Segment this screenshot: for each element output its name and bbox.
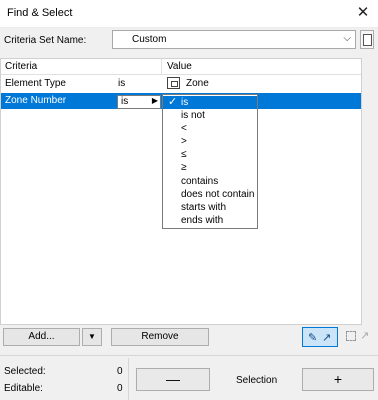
footer-divider xyxy=(0,355,378,356)
dropdown-option[interactable]: ≤ xyxy=(163,148,257,161)
criteria-set-select[interactable]: Custom ⌵ xyxy=(112,30,356,49)
add-dropdown-button[interactable]: ▼ xyxy=(82,328,102,346)
zone-icon xyxy=(167,77,180,89)
chevron-down-icon: ⌵ xyxy=(343,33,351,44)
dropdown-option-is[interactable]: ✓ is xyxy=(163,96,257,109)
title-bar: Find & Select ✕ xyxy=(0,0,378,27)
dropdown-option[interactable]: starts with xyxy=(163,201,257,214)
dropdown-option[interactable]: ends with xyxy=(163,214,257,227)
operator-select[interactable]: is ▶ xyxy=(117,95,161,109)
criteria-set-label: Criteria Set Name: xyxy=(4,35,87,46)
column-divider xyxy=(161,59,162,75)
pick-element-button[interactable]: ✎ ↗ xyxy=(302,327,338,347)
check-icon: ✓ xyxy=(168,96,178,108)
editable-label: Editable: xyxy=(4,383,43,394)
selected-label: Selected: xyxy=(4,366,46,377)
selected-count: 0 xyxy=(117,366,123,377)
dropdown-option[interactable]: is not xyxy=(163,109,257,122)
row-operator[interactable]: is xyxy=(118,78,125,89)
operator-dropdown[interactable]: ✓ is is not < > ≤ ≥ contains does not co… xyxy=(162,94,258,229)
footer-vertical-divider xyxy=(128,358,129,400)
operator-value: is xyxy=(121,96,129,107)
title-divider xyxy=(0,27,378,28)
criteria-set-value: Custom xyxy=(132,34,167,45)
close-icon[interactable]: ✕ xyxy=(348,0,378,27)
row-value[interactable]: Zone xyxy=(186,78,209,89)
remove-button[interactable]: Remove xyxy=(111,328,209,346)
criteria-set-menu-button[interactable] xyxy=(360,30,374,49)
dropdown-option[interactable]: ≥ xyxy=(163,161,257,174)
editable-count: 0 xyxy=(117,383,123,394)
inject-arrow-icon: ↗ xyxy=(360,330,370,342)
marquee-icon xyxy=(346,331,356,341)
table-header: Criteria Value xyxy=(1,59,361,75)
dropdown-option[interactable]: does not contain xyxy=(163,188,257,201)
dropdown-option[interactable]: contains xyxy=(163,175,257,188)
option-label: is xyxy=(181,97,189,108)
window-title: Find & Select xyxy=(7,7,73,19)
add-to-selection-button[interactable]: + xyxy=(302,368,374,391)
column-header-value: Value xyxy=(167,61,192,72)
eyedropper-icon: ✎ xyxy=(308,332,318,344)
row-criteria: Zone Number xyxy=(5,95,67,106)
selection-label: Selection xyxy=(236,375,278,386)
dropdown-option[interactable]: < xyxy=(163,122,257,135)
inject-arrow-icon: ↗ xyxy=(322,332,332,344)
document-icon xyxy=(363,34,372,46)
table-row[interactable]: Element Type is Zone xyxy=(1,76,361,92)
dropdown-option[interactable]: > xyxy=(163,135,257,148)
add-button[interactable]: Add... xyxy=(3,328,80,346)
column-header-criteria: Criteria xyxy=(5,61,38,72)
chevron-right-icon: ▶ xyxy=(151,96,158,105)
marquee-button[interactable]: ↗ xyxy=(342,329,374,345)
remove-from-selection-button[interactable]: — xyxy=(136,368,210,391)
row-criteria: Element Type xyxy=(5,78,66,89)
